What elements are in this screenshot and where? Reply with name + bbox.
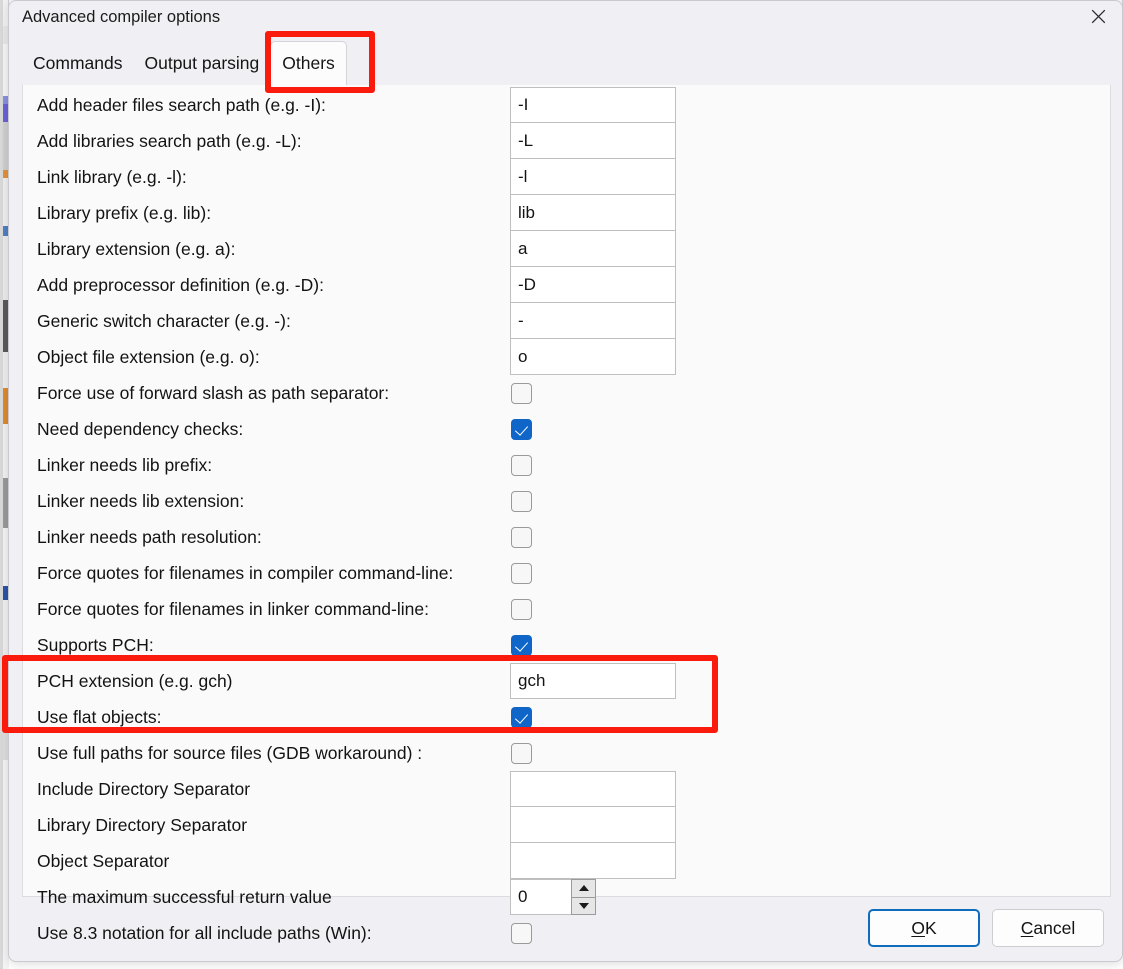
dialog-title-bar: Advanced compiler options [9,0,1122,37]
option-label: Force quotes for filenames in linker com… [37,599,429,619]
option-label: Use full paths for source files (GDB wor… [37,743,423,763]
option-checkbox[interactable] [511,707,532,728]
option-label: Add header files search path (e.g. -I): [37,95,326,115]
tab-output-parsing[interactable]: Output parsing [133,41,270,86]
option-row: Library extension (e.g. a): a [23,231,1110,267]
option-label: Object Separator [37,851,170,871]
option-row: Library prefix (e.g. lib): lib [23,195,1110,231]
option-row: Linker needs lib prefix: [23,447,1110,483]
option-row: Force use of forward slash as path separ… [23,375,1110,411]
option-label: Force quotes for filenames in compiler c… [37,563,454,583]
option-label: Library prefix (e.g. lib): [37,203,212,223]
option-label: Need dependency checks: [37,419,244,439]
option-checkbox[interactable] [511,527,532,548]
option-text-value: a [518,238,528,258]
option-label: Linker needs lib extension: [37,491,245,511]
option-label: Force use of forward slash as path separ… [37,383,390,403]
option-text-value: lib [518,202,536,222]
option-row: Add header files search path (e.g. -I): -… [23,87,1110,123]
option-row: Add preprocessor definition (e.g. -D): -D [23,267,1110,303]
option-checkbox[interactable] [511,743,532,764]
option-row: Add libraries search path (e.g. -L): -L [23,123,1110,159]
tab-strip: Commands Output parsing Others [22,41,1111,86]
option-label: PCH extension (e.g. gch) [37,671,233,691]
option-checkbox[interactable] [511,383,532,404]
option-row: Link library (e.g. -l): -l [23,159,1110,195]
option-row: Use full paths for source files (GDB wor… [23,735,1110,771]
option-label: Add libraries search path (e.g. -L): [37,131,302,151]
option-checkbox[interactable] [511,491,532,512]
option-row: Need dependency checks: [23,411,1110,447]
close-icon[interactable] [1075,0,1122,33]
spinner-up-arrow-icon[interactable] [571,879,596,898]
option-row: Use flat objects: [23,699,1110,735]
option-text-input[interactable]: -l [510,159,676,195]
dialog-button-bar: OK Cancel [9,896,1122,961]
option-row: Object file extension (e.g. o): o [23,339,1110,375]
tab-label: Commands [33,53,123,73]
option-label: Supports PCH: [37,635,154,655]
option-text-input[interactable] [510,843,676,879]
option-row: Supports PCH: [23,627,1110,663]
tab-label: Others [282,53,335,73]
option-text-value: -D [518,274,536,294]
option-text-input[interactable]: -L [510,123,676,159]
option-text-input[interactable]: o [510,339,676,375]
option-label: Generic switch character (e.g. -): [37,311,291,331]
option-checkbox[interactable] [511,635,532,656]
option-row: PCH extension (e.g. gch) gch [23,663,1110,699]
option-row: Include Directory Separator [23,771,1110,807]
option-text-value: gch [518,671,546,690]
option-text-input[interactable]: gch [510,663,676,699]
tab-others[interactable]: Others [270,41,347,86]
option-text-input[interactable]: - [510,303,676,339]
option-text-value: -L [518,130,534,150]
option-row: Force quotes for filenames in linker com… [23,591,1110,627]
option-checkbox[interactable] [511,419,532,440]
option-text-value: o [518,346,528,366]
option-label: Use flat objects: [37,707,162,727]
option-text-value: -I [518,95,529,114]
option-text-input[interactable]: -D [510,267,676,303]
dialog-title: Advanced compiler options [22,8,221,26]
option-row: Library Directory Separator [23,807,1110,843]
option-label: Object file extension (e.g. o): [37,347,260,367]
option-label: Link library (e.g. -l): [37,167,187,187]
option-text-input[interactable] [510,771,676,807]
option-text-value: -l [518,166,528,186]
tab-commands[interactable]: Commands [22,41,133,86]
option-label: Include Directory Separator [37,779,251,799]
option-row: Generic switch character (e.g. -): - [23,303,1110,339]
option-text-input[interactable]: -I [510,87,676,123]
option-checkbox[interactable] [511,599,532,620]
advanced-compiler-options-dialog: Advanced compiler options Commands Output… [8,0,1123,962]
option-label: Linker needs path resolution: [37,527,262,547]
ok-button[interactable]: OK [868,909,980,947]
cancel-button-label: Cancel [1020,917,1076,938]
option-text-value: - [518,310,524,330]
option-text-input[interactable]: a [510,231,676,267]
ok-button-label: OK [911,917,937,938]
option-label: Library Directory Separator [37,815,248,835]
option-row: Object Separator [23,843,1110,879]
option-label: Add preprocessor definition (e.g. -D): [37,275,324,295]
option-text-input[interactable] [510,807,676,843]
option-checkbox[interactable] [511,563,532,584]
option-label: Library extension (e.g. a): [37,239,236,259]
option-checkbox[interactable] [511,455,532,476]
option-row: Linker needs lib extension: [23,483,1110,519]
option-row: Linker needs path resolution: [23,519,1110,555]
others-tab-panel: Add header files search path (e.g. -I): -… [22,85,1111,944]
option-row: Force quotes for filenames in compiler c… [23,555,1110,591]
cancel-button[interactable]: Cancel [992,909,1104,947]
option-text-input[interactable]: lib [510,195,676,231]
desktop-background: Advanced compiler options Commands Output… [0,0,1123,969]
option-label: Linker needs lib prefix: [37,455,213,475]
tab-label: Output parsing [144,53,260,73]
